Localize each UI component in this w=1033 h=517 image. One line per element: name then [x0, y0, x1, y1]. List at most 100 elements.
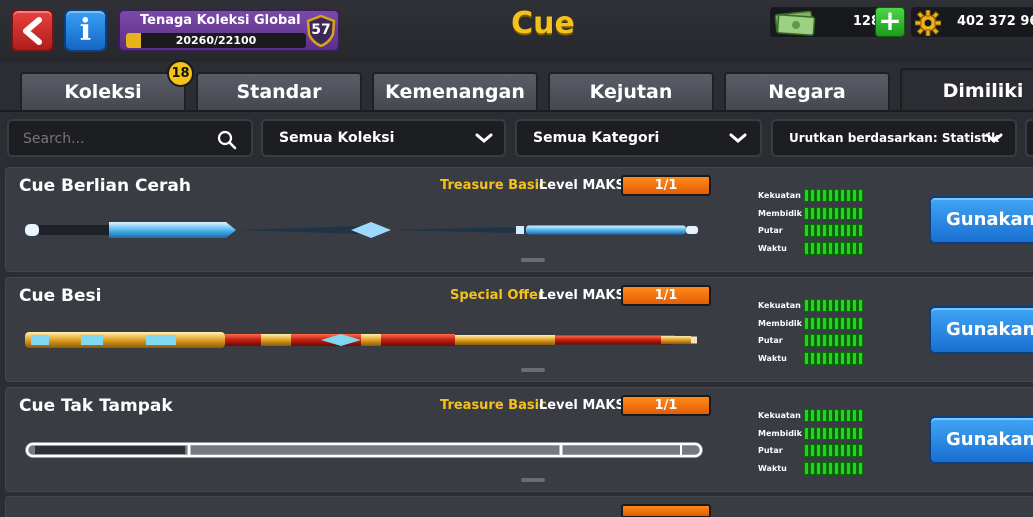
stat-bar-full [804, 241, 863, 255]
stat-bar-full [804, 334, 863, 347]
cash-value: 128 [852, 14, 880, 29]
stat-row: Putar [758, 223, 878, 241]
collection-tabs: Koleksi 18 Standar Kemenangan Kejutan Ne… [0, 60, 1033, 112]
cue-origin: Treasure Basic [440, 398, 547, 413]
stat-bar-full [804, 316, 863, 330]
stat-bar-full [804, 351, 863, 365]
tab-dimiliki[interactable]: Dimiliki [900, 68, 1033, 112]
tab-label: Kemenangan [385, 81, 525, 103]
sort-dropdown[interactable]: Urutkan berdasarkan: Statistik [771, 119, 1017, 157]
collection-dropdown[interactable]: Semua Koleksi [261, 119, 506, 157]
stat-bar-full [804, 444, 863, 457]
cash-counter: 128 + [770, 7, 905, 37]
scroll-indicator [521, 368, 545, 372]
stat-label: Membidik [758, 318, 802, 328]
stat-row: Waktu [758, 351, 878, 369]
add-cash-button[interactable]: + [875, 7, 905, 37]
back-button[interactable] [11, 9, 54, 52]
stat-bar-full [804, 409, 863, 422]
plus-icon: + [878, 4, 902, 37]
coin-value: 402 372 96 [957, 14, 1033, 29]
page-title: Cue [511, 6, 575, 41]
notification-badge: 18 [167, 60, 194, 87]
stat-label: Kekuatan [758, 411, 801, 420]
coin-counter: 402 372 96 [911, 7, 1033, 37]
stat-label: Waktu [758, 243, 787, 253]
stat-row: Membidik [758, 316, 878, 334]
stat-label: Waktu [758, 463, 787, 473]
cue-image [25, 442, 703, 458]
cue-stats: Kekuatan Membidik Putar Waktu [758, 188, 878, 258]
sort-dropdown-value: Urutkan berdasarkan: Statistik [789, 131, 1000, 145]
tab-label: Dimiliki [942, 80, 1024, 102]
tab-kejutan[interactable]: Kejutan [548, 72, 714, 112]
search-icon[interactable] [217, 130, 237, 150]
cue-name: Cue Besi [19, 286, 102, 306]
arrow-left-icon [22, 16, 42, 45]
cue-card-partial[interactable] [5, 496, 1033, 517]
info-icon: i [79, 13, 92, 48]
stat-row: Kekuatan [758, 298, 878, 316]
stat-row: Putar [758, 333, 878, 351]
stat-row: Membidik [758, 426, 878, 444]
cue-name: Cue Tak Tampak [19, 396, 173, 416]
cue-stats: Kekuatan Membidik Putar Waktu [758, 408, 878, 478]
use-button[interactable]: Gunakan [929, 306, 1033, 354]
scroll-indicator [521, 258, 545, 262]
cue-level: Level MAKS [539, 178, 625, 193]
stat-label: Kekuatan [758, 301, 801, 310]
tab-koleksi[interactable]: Koleksi [20, 72, 186, 112]
extra-filter-button[interactable] [1025, 119, 1033, 157]
category-dropdown-value: Semua Kategori [533, 130, 660, 146]
tab-negara[interactable]: Negara [724, 72, 890, 112]
stat-row: Putar [758, 443, 878, 461]
stat-label: Waktu [758, 353, 787, 363]
search-input[interactable] [23, 131, 203, 147]
stat-label: Membidik [758, 428, 802, 438]
cue-image [25, 332, 697, 348]
cue-image [25, 222, 698, 238]
global-collection-panel[interactable]: Tenaga Koleksi Global 20260/22100 57 [118, 9, 340, 52]
stat-label: Kekuatan [758, 191, 801, 200]
cue-card[interactable]: Cue Berlian Cerah Treasure Basic Level M… [5, 167, 1033, 272]
info-button[interactable]: i [64, 9, 107, 52]
stat-label: Membidik [758, 208, 802, 218]
cue-level: Level MAKS [539, 288, 625, 303]
cue-card[interactable]: Cue Besi Special Offer Level MAKS 1/1 Ke… [5, 277, 1033, 382]
gear-icon[interactable] [915, 10, 941, 36]
scroll-indicator [521, 478, 545, 482]
global-collection-progress: 20260/22100 [126, 33, 306, 48]
stat-label: Putar [758, 446, 783, 455]
cash-icon [774, 10, 816, 36]
chevron-down-icon [475, 133, 493, 143]
tab-standar[interactable]: Standar [196, 72, 362, 112]
stat-bar-full [804, 461, 863, 475]
tab-kemenangan[interactable]: Kemenangan [372, 72, 538, 112]
stat-row: Membidik [758, 206, 878, 224]
stat-bar-full [804, 189, 863, 202]
stat-row: Kekuatan [758, 188, 878, 206]
chevron-down-icon [985, 133, 1003, 143]
cue-count: 1/1 [621, 175, 711, 196]
search-box[interactable] [7, 119, 253, 157]
stat-label: Putar [758, 336, 783, 345]
tab-label: Negara [768, 81, 846, 103]
category-dropdown[interactable]: Semua Kategori [515, 119, 762, 157]
stat-bar-full [804, 299, 863, 312]
cue-name: Cue Berlian Cerah [19, 176, 192, 196]
cue-origin: Treasure Basic [440, 178, 547, 193]
tab-label: Kejutan [589, 81, 673, 103]
cue-level: Level MAKS [539, 398, 625, 413]
cue-origin: Special Offer [450, 288, 545, 303]
stat-row: Waktu [758, 461, 878, 479]
use-button[interactable]: Gunakan [929, 416, 1033, 464]
use-button[interactable]: Gunakan [929, 196, 1033, 244]
stat-row: Waktu [758, 241, 878, 259]
cue-card[interactable]: Cue Tak Tampak Treasure Basic Level MAKS… [5, 387, 1033, 492]
global-collection-title: Tenaga Koleksi Global [140, 13, 301, 28]
level-value: 57 [311, 22, 331, 38]
tabs-divider [0, 110, 1033, 112]
cue-count: 1/1 [621, 285, 711, 306]
stat-bar-full [804, 426, 863, 440]
top-bar: i Tenaga Koleksi Global 20260/22100 57 C… [0, 0, 1033, 62]
